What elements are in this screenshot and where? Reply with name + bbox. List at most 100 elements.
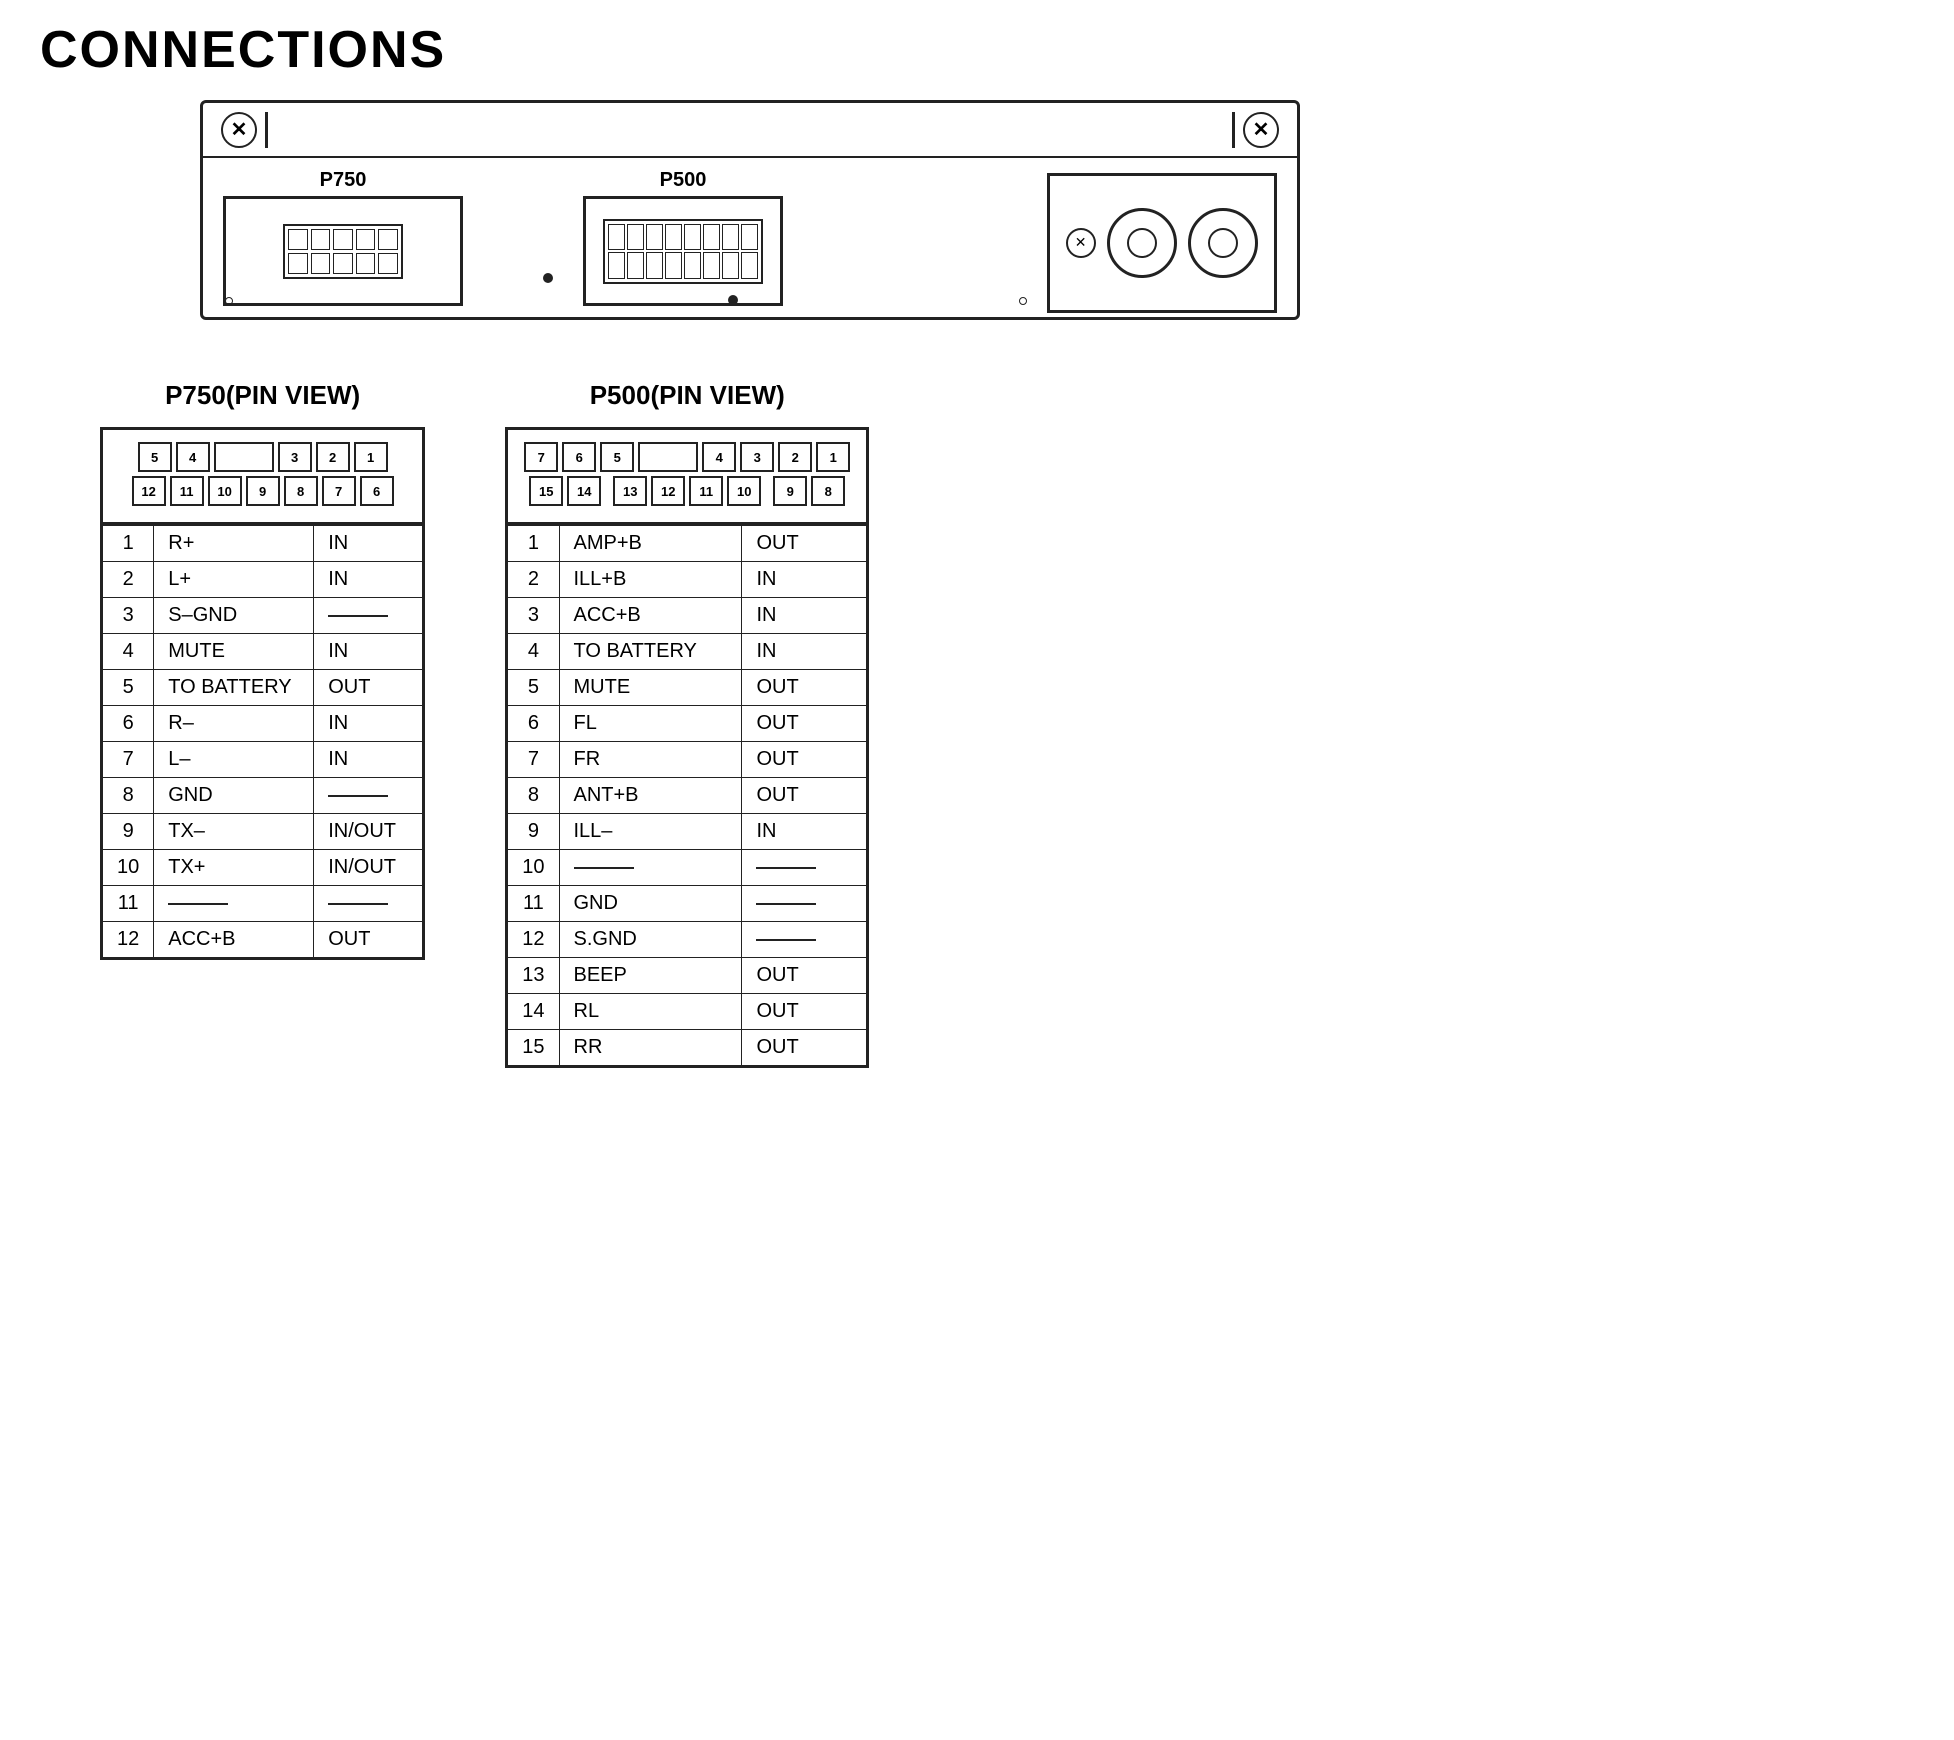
p500-pin-b7 [722, 252, 739, 279]
p500-pin-11: 11 [689, 476, 723, 506]
p750-pin-num: 6 [102, 706, 154, 742]
unit-top-bar: ✕ ✕ [203, 103, 1297, 158]
p750-table-row: 9 TX– IN/OUT [102, 814, 424, 850]
p500-pin-dir: IN [742, 598, 868, 634]
p500-table-row: 1 AMP+B OUT [507, 526, 868, 562]
p500-pin-7: 7 [524, 442, 558, 472]
p750-pin-12: 12 [132, 476, 166, 506]
p750-table-row: 8 GND [102, 778, 424, 814]
p750-table-row: 12 ACC+B OUT [102, 922, 424, 959]
p500-pin-signal: ILL+B [559, 562, 742, 598]
p500-table-row: 4 TO BATTERY IN [507, 634, 868, 670]
p500-small-gap2 [765, 476, 769, 506]
p500-pin-num: 1 [507, 526, 559, 562]
p750-pin-b4 [356, 253, 376, 274]
p500-pin-15: 15 [529, 476, 563, 506]
p500-pin-b4 [665, 252, 682, 279]
p500-pin-4: 4 [702, 442, 736, 472]
p500-pin-13: 13 [613, 476, 647, 506]
p500-table-row: 8 ANT+B OUT [507, 778, 868, 814]
p500-pin-signal: GND [559, 886, 742, 922]
p750-table-row: 5 TO BATTERY OUT [102, 670, 424, 706]
p500-pin-num: 14 [507, 994, 559, 1030]
p500-small-gap [605, 476, 609, 506]
p500-table-row: 10 [507, 850, 868, 886]
p500-pin-signal [559, 850, 742, 886]
p750-pin-grid [283, 224, 403, 279]
p750-pin-4: 4 [176, 442, 210, 472]
p500-pin-signal: FL [559, 706, 742, 742]
p500-pin-10: 10 [727, 476, 761, 506]
round-component-1 [1107, 208, 1177, 278]
right-col1: ✕ [1066, 228, 1096, 258]
p750-pin-signal: TX– [154, 814, 314, 850]
p750-pin-signal [154, 886, 314, 922]
p500-table-row: 5 MUTE OUT [507, 670, 868, 706]
p750-pin-b3 [333, 253, 353, 274]
p500-pin-dir [742, 850, 868, 886]
corner-dot-right [1019, 297, 1027, 305]
p750-pin-dir [314, 598, 424, 634]
p750-pin-6: 6 [360, 476, 394, 506]
p500-pin-num: 4 [507, 634, 559, 670]
p750-pin-a1 [288, 229, 308, 250]
p500-pin-b2 [627, 252, 644, 279]
p750-section: P750(PIN VIEW) 5 4 3 2 1 12 11 10 9 8 7 … [100, 380, 425, 1068]
p500-table-row: 14 RL OUT [507, 994, 868, 1030]
p500-pin-signal: ANT+B [559, 778, 742, 814]
p500-pin-dir: OUT [742, 670, 868, 706]
p750-pin-a2 [311, 229, 331, 250]
p500-pin-num: 6 [507, 706, 559, 742]
p500-pin-signal: MUTE [559, 670, 742, 706]
p500-pin-b8 [741, 252, 758, 279]
p750-table-row: 1 R+ IN [102, 526, 424, 562]
p500-pin-num: 9 [507, 814, 559, 850]
p750-table-row: 3 S–GND [102, 598, 424, 634]
p750-top-pin-row: 5 4 3 2 1 [119, 442, 406, 472]
p500-pin-dir: OUT [742, 706, 868, 742]
p500-pin-2: 2 [778, 442, 812, 472]
p500-pin-num: 13 [507, 958, 559, 994]
p750-block: P750 [223, 169, 463, 306]
p500-pin-a6 [703, 224, 720, 251]
small-dot [543, 273, 553, 283]
p750-pin-signal: TX+ [154, 850, 314, 886]
p500-pin-signal: ILL– [559, 814, 742, 850]
p750-pin-view-title: P750(PIN VIEW) [165, 380, 360, 411]
p500-table-row: 6 FL OUT [507, 706, 868, 742]
p500-table-row: 13 BEEP OUT [507, 958, 868, 994]
p750-table-row: 11 [102, 886, 424, 922]
p500-pin-a3 [646, 224, 663, 251]
p750-pin-1: 1 [354, 442, 388, 472]
p500-pin-num: 15 [507, 1030, 559, 1067]
p500-top-pin-row: 7 6 5 4 3 2 1 [524, 442, 850, 472]
p500-pin-14: 14 [567, 476, 601, 506]
vert-line-left [265, 112, 268, 148]
p750-pin-b5 [378, 253, 398, 274]
p750-pin-dir: IN/OUT [314, 850, 424, 886]
p500-pin-b5 [684, 252, 701, 279]
p750-pin-num: 12 [102, 922, 154, 959]
p500-pin-num: 3 [507, 598, 559, 634]
p750-table-row: 10 TX+ IN/OUT [102, 850, 424, 886]
vert-line-right [1232, 112, 1235, 148]
round-inner-1 [1127, 228, 1157, 258]
spacer-dot [493, 223, 553, 283]
p750-table-row: 7 L– IN [102, 742, 424, 778]
p750-pin-num: 2 [102, 562, 154, 598]
p500-pin-num: 8 [507, 778, 559, 814]
p750-table-row: 6 R– IN [102, 706, 424, 742]
p500-pin-signal: BEEP [559, 958, 742, 994]
p500-pin-a7 [722, 224, 739, 251]
p750-pin-signal: TO BATTERY [154, 670, 314, 706]
page-title: CONNECTIONS [40, 20, 1914, 80]
p750-pin-signal: S–GND [154, 598, 314, 634]
p500-table: 1 AMP+B OUT 2 ILL+B IN 3 ACC+B IN 4 TO B… [505, 525, 869, 1068]
p500-pin-num: 2 [507, 562, 559, 598]
unit-connectors-area: P750 P500 [203, 158, 1297, 317]
x-circle-left: ✕ [221, 112, 257, 148]
p750-pin-num: 11 [102, 886, 154, 922]
p750-pin-9: 9 [246, 476, 280, 506]
p750-pin-11: 11 [170, 476, 204, 506]
p500-pin-dir: OUT [742, 958, 868, 994]
